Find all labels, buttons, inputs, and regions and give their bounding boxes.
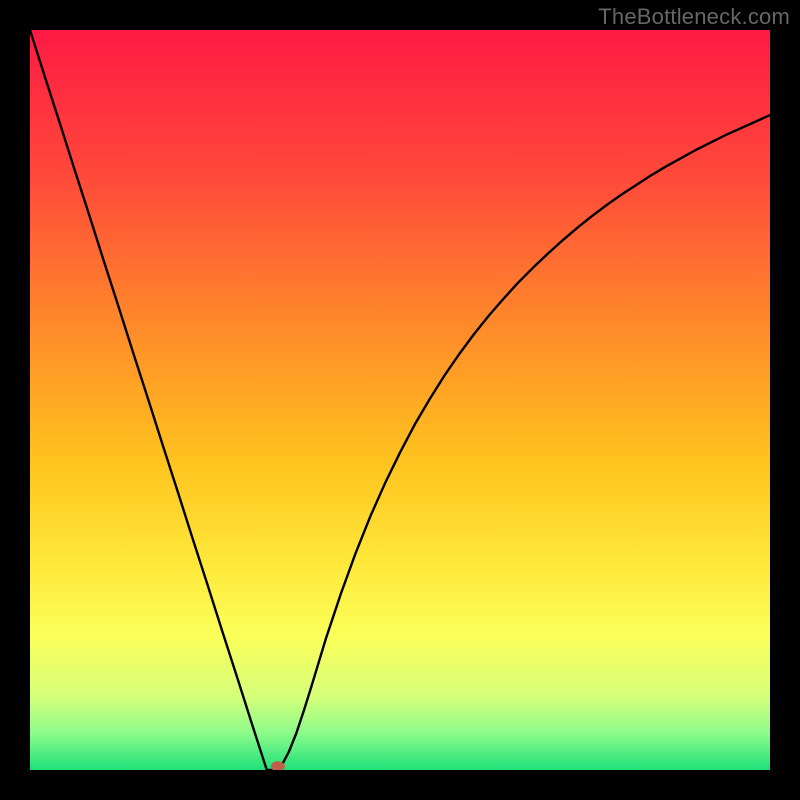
gradient-background	[30, 30, 770, 770]
chart-frame: TheBottleneck.com	[0, 0, 800, 800]
watermark-text: TheBottleneck.com	[598, 4, 790, 30]
chart-svg	[30, 30, 770, 770]
plot-area	[30, 30, 770, 770]
